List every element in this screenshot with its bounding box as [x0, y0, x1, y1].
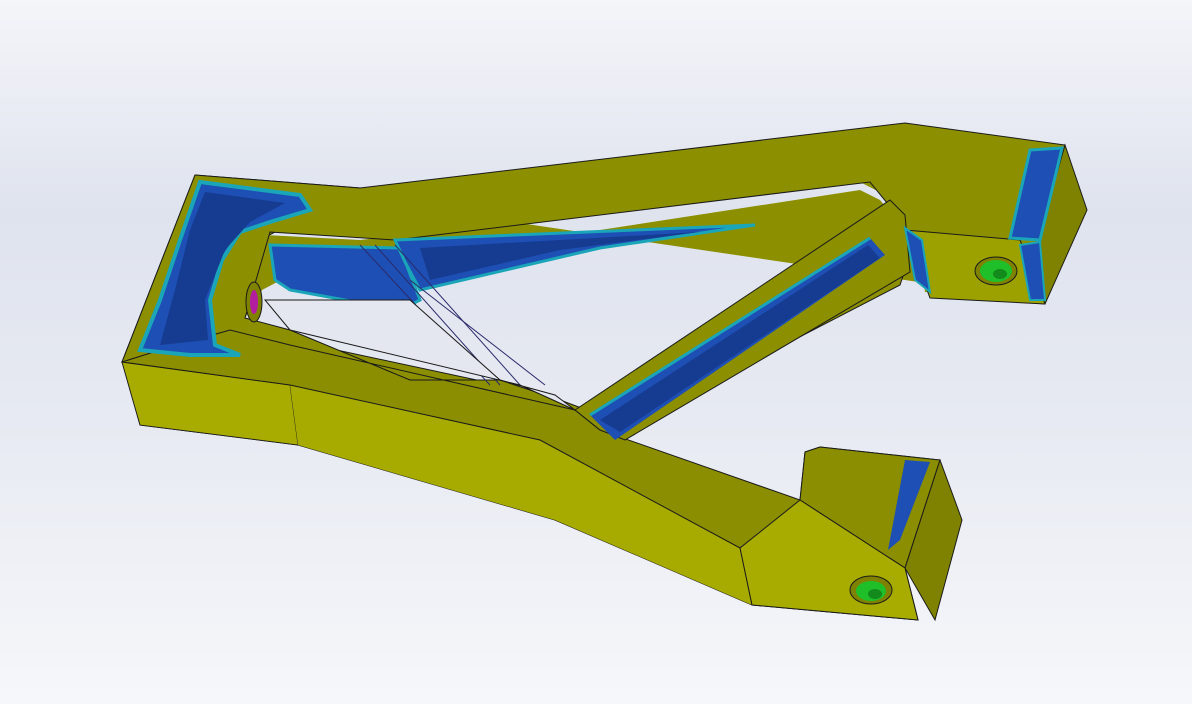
graphics-viewport[interactable]: [0, 0, 1192, 704]
mounting-hole-icon: [849, 575, 893, 605]
mounting-hole-icon: [974, 256, 1018, 286]
brace-channel-edge: [589, 236, 871, 417]
model-view[interactable]: [0, 0, 1192, 704]
pivot-hole-icon: [245, 281, 263, 323]
brace-channel-core: [600, 245, 880, 432]
